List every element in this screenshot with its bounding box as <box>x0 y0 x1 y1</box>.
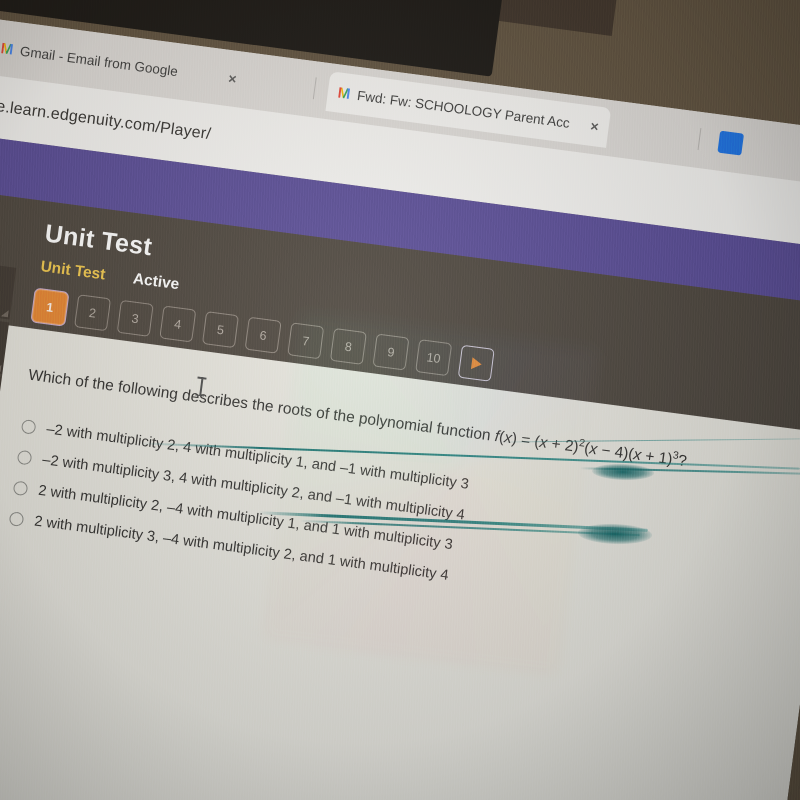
title-block: Unit Test Unit Test Active <box>39 219 185 294</box>
question-nav-5[interactable]: 5 <box>201 311 239 349</box>
question-nav-10[interactable]: 10 <box>415 339 453 377</box>
browser-tab-title: Fwd: Fw: SCHOOLOGY Parent Acc <box>356 87 571 131</box>
answer-choice-list: –2 with multiplicity 2, 4 with multiplic… <box>8 410 471 592</box>
address-bar-url: r09.core.learn.edgenuity.com/Player/ <box>0 91 212 144</box>
question-nav-4[interactable]: 4 <box>159 305 197 343</box>
close-icon[interactable]: × <box>590 118 600 135</box>
tab-divider <box>312 77 317 100</box>
radio-button-icon[interactable] <box>20 418 37 435</box>
question-nav-7[interactable]: 7 <box>287 322 325 360</box>
tab-unit-test[interactable]: Unit Test <box>39 258 107 284</box>
play-arrow-icon <box>470 356 483 370</box>
question-nav-next-button[interactable] <box>457 344 495 382</box>
radio-button-icon[interactable] <box>8 510 25 527</box>
question-nav-1[interactable]: 1 <box>31 288 69 326</box>
browser-tab-favicon-icon <box>717 130 745 156</box>
photo-of-monitor: - Edgenuit × M Gmail - Email from Google… <box>0 0 800 800</box>
radio-button-icon[interactable] <box>12 480 29 496</box>
question-nav-6[interactable]: 6 <box>244 316 282 354</box>
tab-active[interactable]: Active <box>132 270 180 294</box>
question-nav-3[interactable]: 3 <box>116 299 154 337</box>
tab-divider <box>697 128 702 150</box>
screen-content: - Edgenuit × M Gmail - Email from Google… <box>0 0 800 800</box>
gmail-icon: M <box>336 83 352 103</box>
question-nav-8[interactable]: 8 <box>329 327 367 365</box>
question-card: Which of the following describes the roo… <box>0 325 800 800</box>
question-function-expression: f <box>493 428 501 446</box>
highlighter-tool-button[interactable] <box>0 259 17 320</box>
gmail-icon: M <box>0 39 15 59</box>
page-title: Unit Test <box>43 219 154 262</box>
radio-button-icon[interactable] <box>16 449 33 465</box>
browser-tab-title: Gmail - Email from Google <box>19 43 179 79</box>
question-nav-9[interactable]: 9 <box>372 333 410 371</box>
question-nav-2[interactable]: 2 <box>74 294 112 332</box>
close-icon[interactable]: × <box>227 70 237 87</box>
